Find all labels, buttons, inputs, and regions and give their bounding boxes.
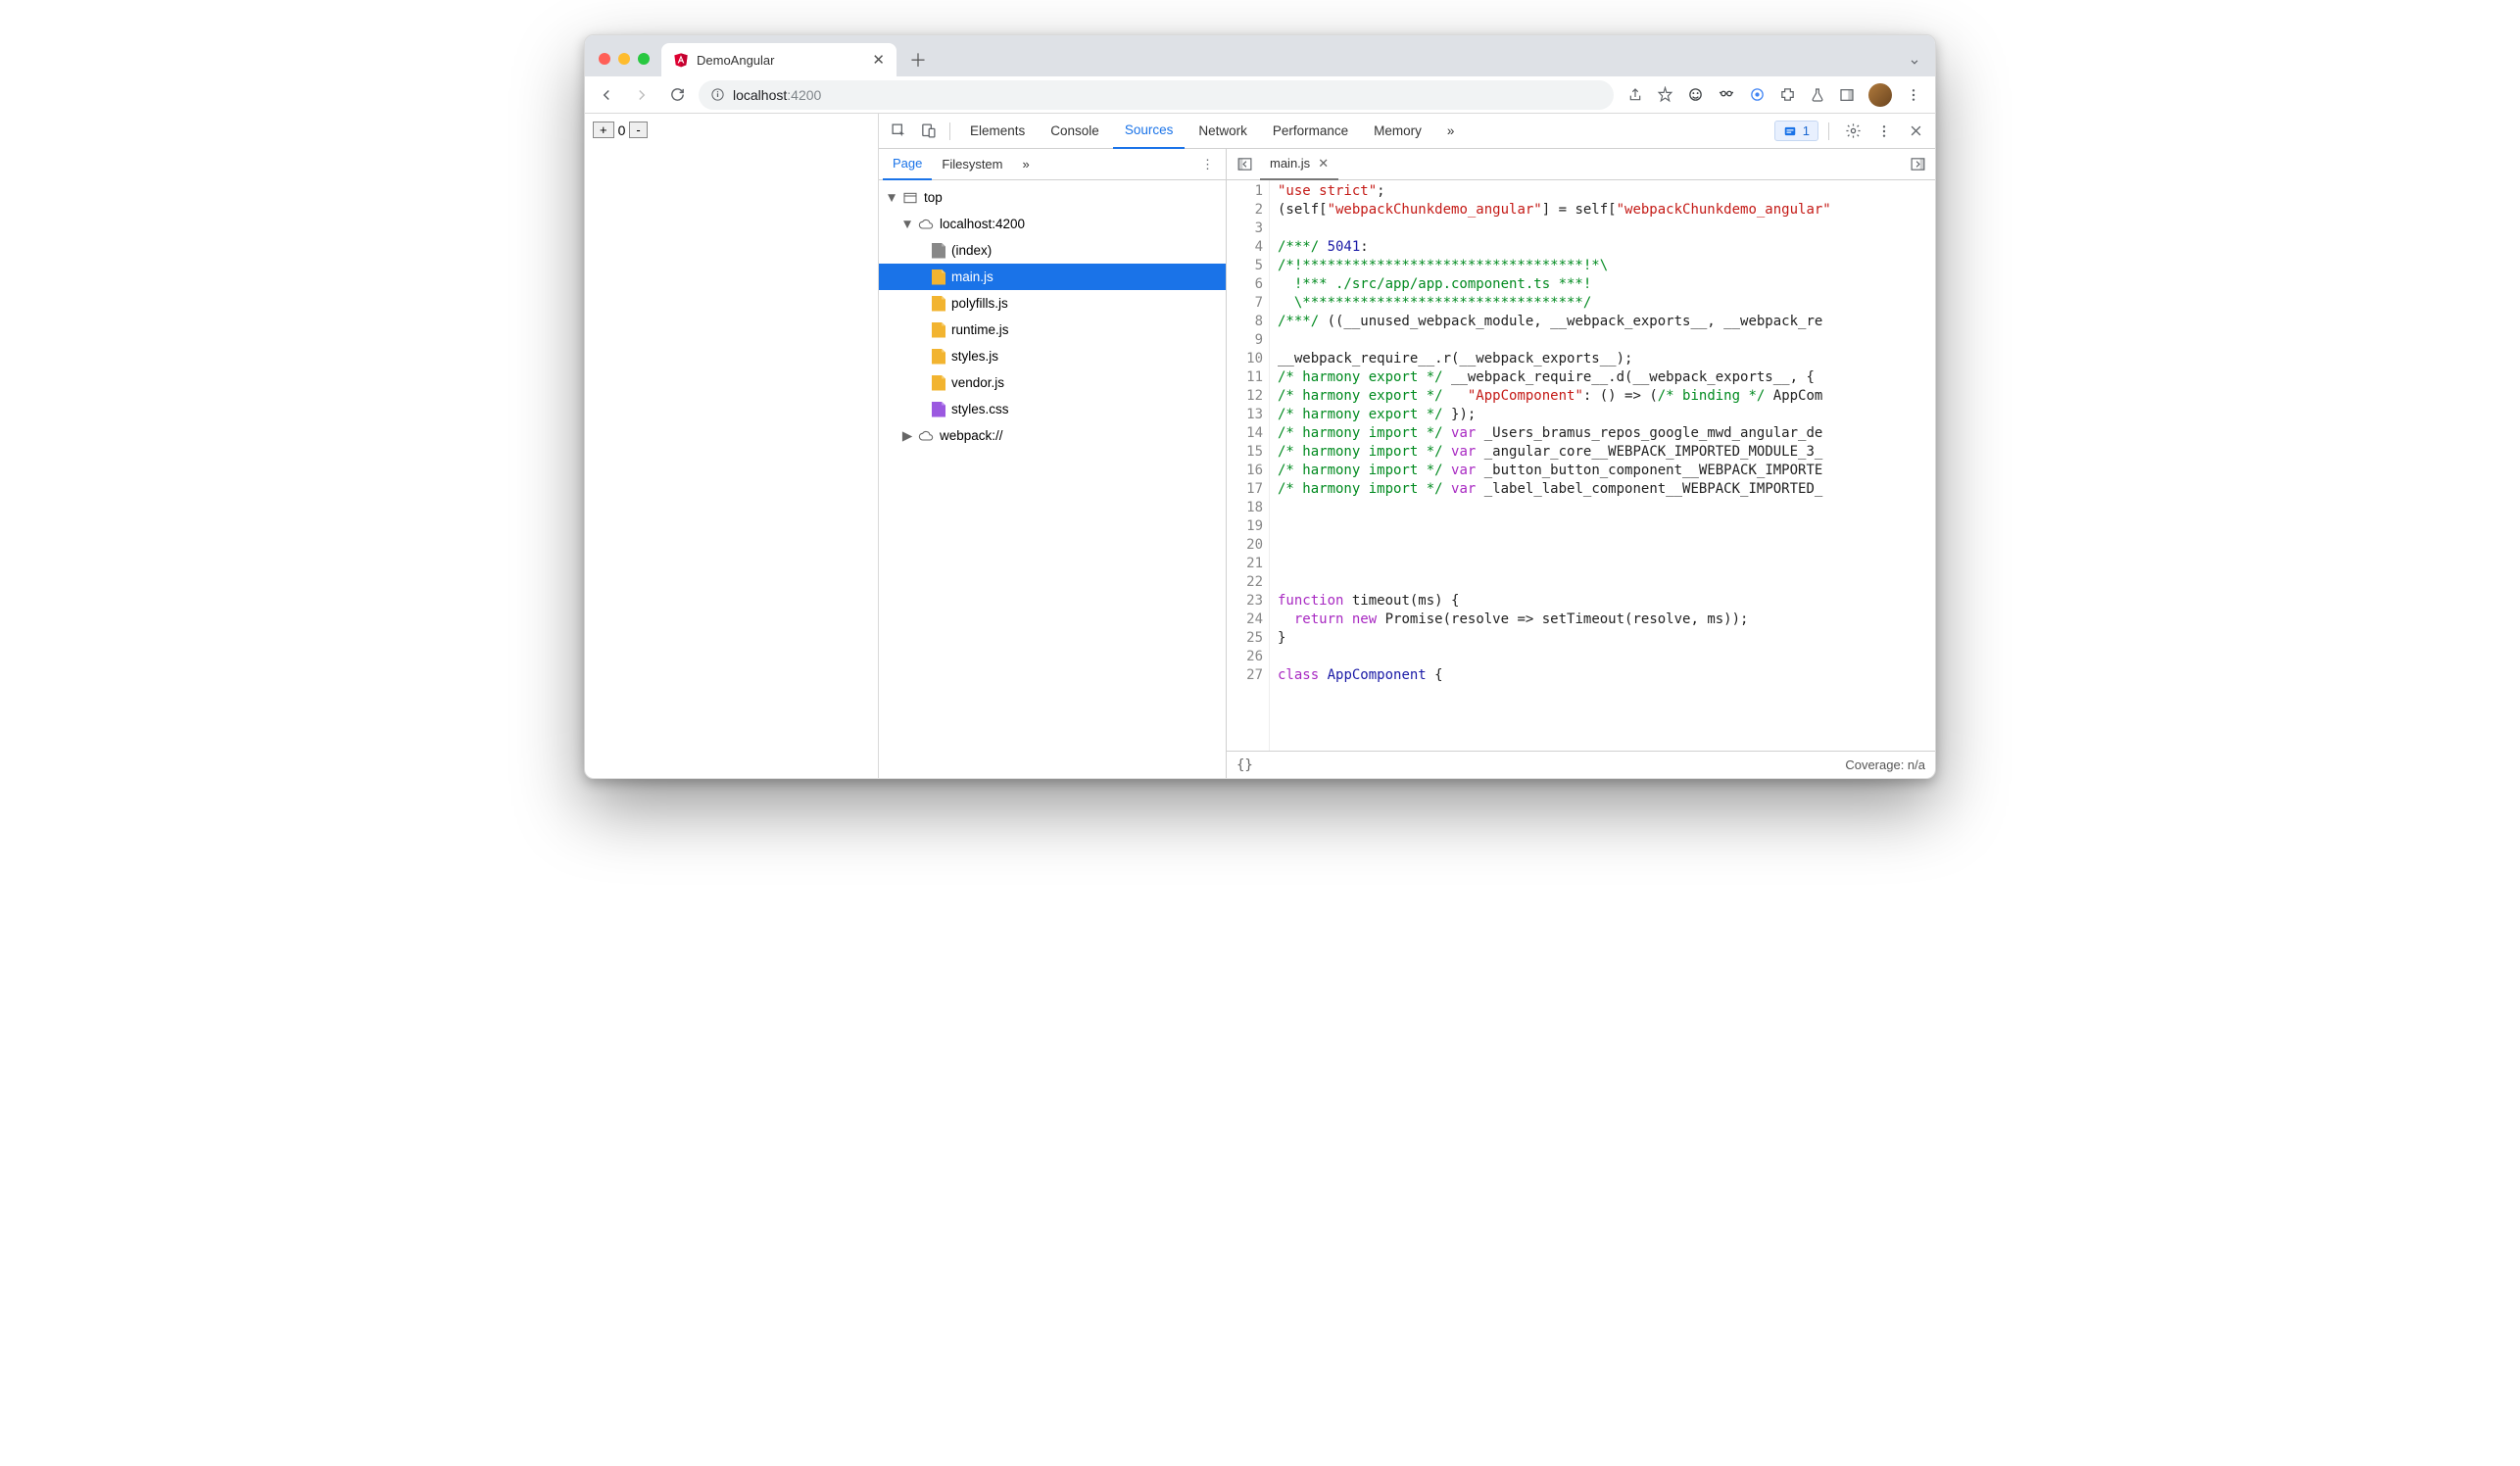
file-icon xyxy=(932,375,945,391)
address-bar[interactable]: localhost:4200 xyxy=(699,80,1614,110)
file-icon xyxy=(932,296,945,312)
frame-icon xyxy=(902,190,918,206)
browser-tab[interactable]: DemoAngular ✕ xyxy=(661,43,897,76)
file-name: main.js xyxy=(951,269,993,284)
browser-toolbar: localhost:4200 xyxy=(585,76,1935,114)
browser-window: DemoAngular ✕ ＋ localhost:4200 xyxy=(584,34,1936,779)
extensions-icon[interactable] xyxy=(1779,86,1796,103)
device-toggle-icon[interactable] xyxy=(914,118,942,145)
editor-tab-main-js[interactable]: main.js ✕ xyxy=(1260,149,1338,180)
file-name: runtime.js xyxy=(951,322,1009,337)
extension-icon-2[interactable] xyxy=(1718,86,1735,104)
sources-editor-pane: main.js ✕ 123456789101112131415161718192… xyxy=(1227,149,1935,778)
url-text: localhost:4200 xyxy=(733,87,821,103)
file-icon xyxy=(932,402,945,417)
browser-menu-icon[interactable] xyxy=(1906,87,1921,103)
tab-network[interactable]: Network xyxy=(1187,114,1259,149)
file-name: vendor.js xyxy=(951,375,1004,390)
sources-navigator: Page Filesystem » ⋮ ▼ top ▼ xyxy=(879,149,1227,778)
file-tree: ▼ top ▼ localhost:4200 (index) main.js pol… xyxy=(879,180,1226,778)
increment-button[interactable]: + xyxy=(593,122,614,138)
tab-memory[interactable]: Memory xyxy=(1362,114,1433,149)
cloud-icon xyxy=(918,217,934,232)
inspect-icon[interactable] xyxy=(885,118,912,145)
issues-count: 1 xyxy=(1803,123,1810,138)
tree-file[interactable]: main.js xyxy=(879,264,1226,290)
code-editor[interactable]: 1234567891011121314151617181920212223242… xyxy=(1227,180,1935,751)
subtab-filesystem[interactable]: Filesystem xyxy=(932,149,1012,180)
more-icon[interactable] xyxy=(1870,118,1898,145)
devtools-panel: Elements Console Sources Network Perform… xyxy=(879,114,1935,778)
settings-icon[interactable] xyxy=(1839,118,1866,145)
line-gutter: 1234567891011121314151617181920212223242… xyxy=(1227,180,1270,751)
back-button[interactable] xyxy=(593,81,620,109)
cloud-icon xyxy=(918,428,934,444)
reload-button[interactable] xyxy=(663,81,691,109)
code-content: "use strict";(self["webpackChunkdemo_ang… xyxy=(1270,180,1839,751)
subtab-page[interactable]: Page xyxy=(883,149,932,180)
sidepanel-icon[interactable] xyxy=(1839,87,1855,103)
close-tab-button[interactable]: ✕ xyxy=(872,51,885,69)
issues-badge[interactable]: 1 xyxy=(1774,121,1818,141)
window-controls xyxy=(599,53,650,65)
counter-value: 0 xyxy=(616,122,628,138)
tree-webpack[interactable]: ▶ webpack:// xyxy=(879,422,1226,449)
tree-top[interactable]: ▼ top xyxy=(879,184,1226,211)
page-viewport: + 0 - xyxy=(585,114,879,778)
extension-icon-1[interactable] xyxy=(1687,86,1704,103)
tab-strip: DemoAngular ✕ ＋ xyxy=(585,35,1935,76)
tree-file[interactable]: (index) xyxy=(879,237,1226,264)
devtools-tabbar: Elements Console Sources Network Perform… xyxy=(879,114,1935,149)
share-icon[interactable] xyxy=(1627,87,1643,103)
tree-origin[interactable]: ▼ localhost:4200 xyxy=(879,211,1226,237)
file-name: (index) xyxy=(951,243,992,258)
file-name: styles.js xyxy=(951,349,998,364)
file-icon xyxy=(932,349,945,365)
subtab-overflow[interactable]: » xyxy=(1013,149,1040,180)
tab-performance[interactable]: Performance xyxy=(1261,114,1360,149)
profile-avatar[interactable] xyxy=(1868,83,1892,107)
bookmark-icon[interactable] xyxy=(1657,86,1673,103)
coverage-status: Coverage: n/a xyxy=(1845,757,1925,772)
navigator-tabs: Page Filesystem » ⋮ xyxy=(879,149,1226,180)
tree-file[interactable]: styles.css xyxy=(879,396,1226,422)
minimize-window-button[interactable] xyxy=(618,53,630,65)
new-tab-button[interactable]: ＋ xyxy=(904,46,932,73)
file-icon xyxy=(932,322,945,338)
file-icon xyxy=(932,269,945,285)
extension-icon-3[interactable] xyxy=(1749,86,1766,103)
counter-widget: + 0 - xyxy=(593,122,870,138)
file-name: polyfills.js xyxy=(951,296,1008,311)
editor-tabbar: main.js ✕ xyxy=(1227,149,1935,180)
close-editor-tab-icon[interactable]: ✕ xyxy=(1318,156,1329,171)
tab-elements[interactable]: Elements xyxy=(958,114,1037,149)
tree-file[interactable]: styles.js xyxy=(879,343,1226,369)
content-area: + 0 - Elements Console Sources Network P… xyxy=(585,114,1935,778)
tab-console[interactable]: Console xyxy=(1039,114,1111,149)
tree-file[interactable]: vendor.js xyxy=(879,369,1226,396)
pretty-print-button[interactable]: {} xyxy=(1236,757,1253,773)
close-devtools-icon[interactable] xyxy=(1902,118,1929,145)
show-debugger-icon[interactable] xyxy=(1904,151,1931,178)
tree-file[interactable]: runtime.js xyxy=(879,317,1226,343)
editor-statusbar: {} Coverage: n/a xyxy=(1227,751,1935,778)
navigator-more-icon[interactable]: ⋮ xyxy=(1193,157,1222,172)
toolbar-actions xyxy=(1622,83,1927,107)
tabs-overflow[interactable]: » xyxy=(1435,114,1467,149)
file-icon xyxy=(932,243,945,259)
file-name: styles.css xyxy=(951,402,1009,416)
tab-sources[interactable]: Sources xyxy=(1113,114,1186,149)
show-navigator-icon[interactable] xyxy=(1231,151,1258,178)
tabs-dropdown-button[interactable] xyxy=(1908,55,1921,69)
forward-button[interactable] xyxy=(628,81,655,109)
labs-icon[interactable] xyxy=(1810,87,1825,103)
site-info-icon[interactable] xyxy=(710,87,725,102)
maximize-window-button[interactable] xyxy=(638,53,650,65)
close-window-button[interactable] xyxy=(599,53,610,65)
angular-favicon xyxy=(673,52,689,68)
decrement-button[interactable]: - xyxy=(629,122,647,138)
tab-title: DemoAngular xyxy=(697,53,864,68)
tree-file[interactable]: polyfills.js xyxy=(879,290,1226,317)
